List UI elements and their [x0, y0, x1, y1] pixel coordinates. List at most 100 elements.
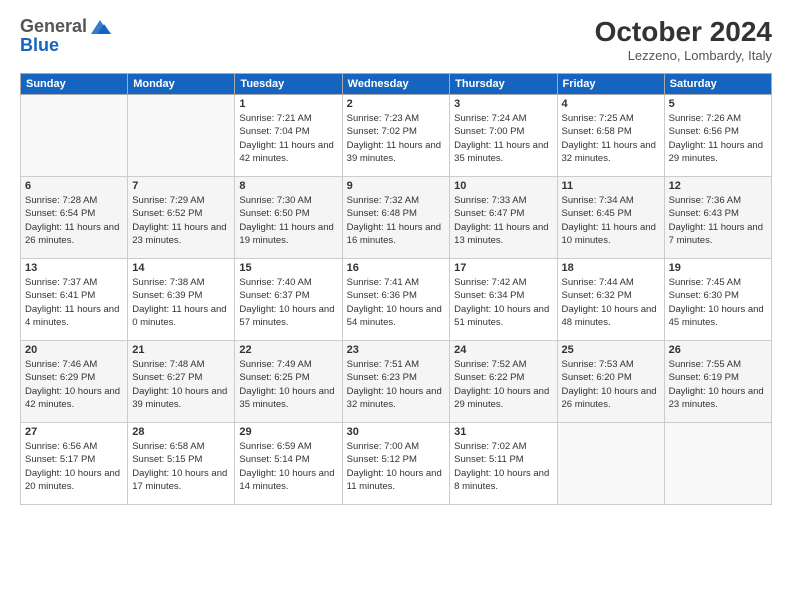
day-number: 20 [25, 344, 123, 356]
day-number: 13 [25, 262, 123, 274]
calendar-cell: 25 Sunrise: 7:53 AM Sunset: 6:20 PM Dayli… [557, 341, 664, 423]
calendar-cell: 20 Sunrise: 7:46 AM Sunset: 6:29 PM Dayli… [21, 341, 128, 423]
day-number: 14 [132, 262, 230, 274]
day-number: 1 [239, 98, 337, 110]
day-number: 24 [454, 344, 552, 356]
calendar-cell: 21Sunrise: 7:48 AM Sunset: 6:27 PM Dayli… [128, 341, 235, 423]
day-number: 26 [669, 344, 767, 356]
day-number: 31 [454, 426, 552, 438]
day-detail: Sunrise: 7:28 AM Sunset: 6:54 PM Dayligh… [25, 194, 123, 247]
day-detail: Sunrise: 7:52 AM Sunset: 6:22 PM Dayligh… [454, 358, 552, 411]
day-number: 11 [562, 180, 660, 192]
logo: General Blue [20, 16, 111, 56]
calendar-cell: 30 Sunrise: 7:00 AM Sunset: 5:12 PM Dayli… [342, 423, 450, 505]
day-detail: Sunrise: 7:42 AM Sunset: 6:34 PM Dayligh… [454, 276, 552, 329]
col-header-friday: Friday [557, 74, 664, 95]
day-detail: Sunrise: 7:23 AM Sunset: 7:02 PM Dayligh… [347, 112, 446, 165]
day-number: 27 [25, 426, 123, 438]
day-detail: Sunrise: 7:33 AM Sunset: 6:47 PM Dayligh… [454, 194, 552, 247]
day-number: 15 [239, 262, 337, 274]
day-number: 16 [347, 262, 446, 274]
col-header-wednesday: Wednesday [342, 74, 450, 95]
day-detail: Sunrise: 7:02 AM Sunset: 5:11 PM Dayligh… [454, 440, 552, 493]
day-detail: Sunrise: 7:26 AM Sunset: 6:56 PM Dayligh… [669, 112, 767, 165]
calendar-cell: 31 Sunrise: 7:02 AM Sunset: 5:11 PM Dayli… [450, 423, 557, 505]
day-detail: Sunrise: 7:45 AM Sunset: 6:30 PM Dayligh… [669, 276, 767, 329]
day-number: 3 [454, 98, 552, 110]
calendar-cell: 26 Sunrise: 7:55 AM Sunset: 6:19 PM Dayli… [664, 341, 771, 423]
day-number: 6 [25, 180, 123, 192]
day-detail: Sunrise: 7:38 AM Sunset: 6:39 PM Dayligh… [132, 276, 230, 329]
calendar-cell: 11 Sunrise: 7:34 AM Sunset: 6:45 PM Dayli… [557, 177, 664, 259]
day-number: 8 [239, 180, 337, 192]
calendar-cell: 7 Sunrise: 7:29 AM Sunset: 6:52 PM Daylig… [128, 177, 235, 259]
calendar-cell: 15 Sunrise: 7:40 AM Sunset: 6:37 PM Dayli… [235, 259, 342, 341]
calendar-cell: 19 Sunrise: 7:45 AM Sunset: 6:30 PM Dayli… [664, 259, 771, 341]
day-number: 5 [669, 98, 767, 110]
col-header-saturday: Saturday [664, 74, 771, 95]
col-header-tuesday: Tuesday [235, 74, 342, 95]
calendar-cell [128, 95, 235, 177]
day-detail: Sunrise: 7:40 AM Sunset: 6:37 PM Dayligh… [239, 276, 337, 329]
day-detail: Sunrise: 7:29 AM Sunset: 6:52 PM Dayligh… [132, 194, 230, 247]
calendar-cell: 23Sunrise: 7:51 AM Sunset: 6:23 PM Dayli… [342, 341, 450, 423]
day-number: 19 [669, 262, 767, 274]
calendar-cell: 4Sunrise: 7:25 AM Sunset: 6:58 PM Daylig… [557, 95, 664, 177]
logo-blue: Blue [20, 35, 59, 55]
calendar-cell: 5 Sunrise: 7:26 AM Sunset: 6:56 PM Daylig… [664, 95, 771, 177]
calendar-cell: 6 Sunrise: 7:28 AM Sunset: 6:54 PM Daylig… [21, 177, 128, 259]
day-detail: Sunrise: 7:46 AM Sunset: 6:29 PM Dayligh… [25, 358, 123, 411]
day-detail: Sunrise: 7:55 AM Sunset: 6:19 PM Dayligh… [669, 358, 767, 411]
calendar-cell: 13 Sunrise: 7:37 AM Sunset: 6:41 PM Dayli… [21, 259, 128, 341]
calendar-cell: 22 Sunrise: 7:49 AM Sunset: 6:25 PM Dayli… [235, 341, 342, 423]
col-header-thursday: Thursday [450, 74, 557, 95]
day-number: 2 [347, 98, 446, 110]
day-detail: Sunrise: 7:24 AM Sunset: 7:00 PM Dayligh… [454, 112, 552, 165]
calendar-cell: 17 Sunrise: 7:42 AM Sunset: 6:34 PM Dayli… [450, 259, 557, 341]
calendar: SundayMondayTuesdayWednesdayThursdayFrid… [20, 73, 772, 505]
day-number: 29 [239, 426, 337, 438]
day-detail: Sunrise: 7:53 AM Sunset: 6:20 PM Dayligh… [562, 358, 660, 411]
calendar-cell: 24 Sunrise: 7:52 AM Sunset: 6:22 PM Dayli… [450, 341, 557, 423]
day-detail: Sunrise: 7:32 AM Sunset: 6:48 PM Dayligh… [347, 194, 446, 247]
day-number: 25 [562, 344, 660, 356]
day-detail: Sunrise: 7:49 AM Sunset: 6:25 PM Dayligh… [239, 358, 337, 411]
calendar-cell: 9 Sunrise: 7:32 AM Sunset: 6:48 PM Daylig… [342, 177, 450, 259]
calendar-cell: 29 Sunrise: 6:59 AM Sunset: 5:14 PM Dayli… [235, 423, 342, 505]
logo-icon [89, 18, 111, 36]
day-number: 7 [132, 180, 230, 192]
day-detail: Sunrise: 7:37 AM Sunset: 6:41 PM Dayligh… [25, 276, 123, 329]
location: Lezzeno, Lombardy, Italy [595, 48, 772, 63]
calendar-cell: 27 Sunrise: 6:56 AM Sunset: 5:17 PM Dayli… [21, 423, 128, 505]
col-header-monday: Monday [128, 74, 235, 95]
day-number: 22 [239, 344, 337, 356]
day-number: 30 [347, 426, 446, 438]
day-detail: Sunrise: 7:44 AM Sunset: 6:32 PM Dayligh… [562, 276, 660, 329]
day-detail: Sunrise: 6:59 AM Sunset: 5:14 PM Dayligh… [239, 440, 337, 493]
day-number: 21 [132, 344, 230, 356]
day-number: 17 [454, 262, 552, 274]
calendar-cell [21, 95, 128, 177]
day-detail: Sunrise: 6:56 AM Sunset: 5:17 PM Dayligh… [25, 440, 123, 493]
col-header-sunday: Sunday [21, 74, 128, 95]
calendar-cell [557, 423, 664, 505]
day-number: 28 [132, 426, 230, 438]
day-detail: Sunrise: 7:41 AM Sunset: 6:36 PM Dayligh… [347, 276, 446, 329]
day-detail: Sunrise: 6:58 AM Sunset: 5:15 PM Dayligh… [132, 440, 230, 493]
day-detail: Sunrise: 7:00 AM Sunset: 5:12 PM Dayligh… [347, 440, 446, 493]
calendar-cell: 14 Sunrise: 7:38 AM Sunset: 6:39 PM Dayli… [128, 259, 235, 341]
month-title: October 2024 [595, 16, 772, 48]
day-number: 18 [562, 262, 660, 274]
calendar-cell: 10Sunrise: 7:33 AM Sunset: 6:47 PM Dayli… [450, 177, 557, 259]
title-block: October 2024 Lezzeno, Lombardy, Italy [595, 16, 772, 63]
day-number: 9 [347, 180, 446, 192]
day-detail: Sunrise: 7:51 AM Sunset: 6:23 PM Dayligh… [347, 358, 446, 411]
day-number: 12 [669, 180, 767, 192]
calendar-cell: 18 Sunrise: 7:44 AM Sunset: 6:32 PM Dayli… [557, 259, 664, 341]
day-detail: Sunrise: 7:34 AM Sunset: 6:45 PM Dayligh… [562, 194, 660, 247]
logo-general: General [20, 16, 87, 37]
calendar-cell: 16 Sunrise: 7:41 AM Sunset: 6:36 PM Dayli… [342, 259, 450, 341]
day-detail: Sunrise: 7:25 AM Sunset: 6:58 PM Dayligh… [562, 112, 660, 165]
calendar-cell: 28 Sunrise: 6:58 AM Sunset: 5:15 PM Dayli… [128, 423, 235, 505]
day-detail: Sunrise: 7:30 AM Sunset: 6:50 PM Dayligh… [239, 194, 337, 247]
